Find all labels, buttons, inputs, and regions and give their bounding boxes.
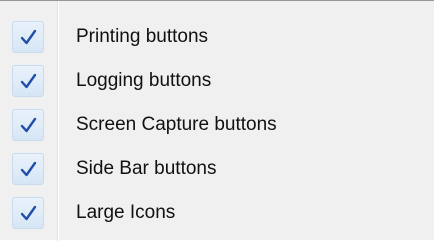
menu-item-label: Side Bar buttons	[76, 158, 217, 179]
menu-item-screen-capture-buttons[interactable]: Screen Capture buttons	[0, 103, 434, 147]
menu-item-label: Large Icons	[76, 202, 176, 223]
context-menu: Printing buttons Logging buttons Screen …	[0, 0, 434, 241]
checkmark-icon	[20, 161, 37, 177]
checkmark-icon	[20, 205, 37, 221]
check-box	[12, 109, 44, 141]
menu-item-logging-buttons[interactable]: Logging buttons	[0, 59, 434, 103]
check-box	[12, 197, 44, 229]
menu-item-large-icons[interactable]: Large Icons	[0, 191, 434, 235]
check-box	[12, 21, 44, 53]
checkmark-icon	[20, 29, 37, 45]
menu-item-label: Printing buttons	[76, 26, 209, 47]
menu-item-printing-buttons[interactable]: Printing buttons	[0, 15, 434, 59]
menu-item-label: Logging buttons	[76, 70, 212, 91]
menu-item-side-bar-buttons[interactable]: Side Bar buttons	[0, 147, 434, 191]
check-box	[12, 153, 44, 185]
checkmark-icon	[20, 117, 37, 133]
check-box	[12, 65, 44, 97]
checkmark-icon	[20, 73, 37, 89]
menu-item-label: Screen Capture buttons	[76, 114, 277, 135]
